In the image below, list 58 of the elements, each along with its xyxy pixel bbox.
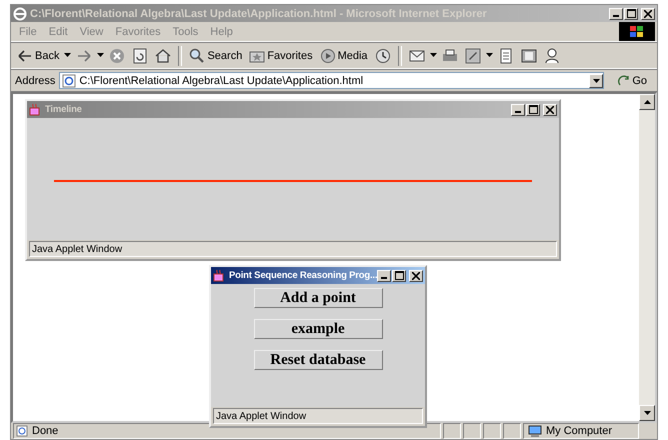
edit-button[interactable] <box>462 46 483 64</box>
go-button[interactable]: Go <box>608 74 653 86</box>
maximize-icon <box>528 105 538 114</box>
caret-icon <box>486 53 493 57</box>
applet-button[interactable]: example <box>254 319 382 339</box>
refresh-icon <box>132 48 148 64</box>
research-button[interactable] <box>518 46 539 64</box>
applet-status: Java Applet Window <box>29 241 557 257</box>
messenger-icon <box>544 48 560 64</box>
caret-icon <box>592 78 600 82</box>
back-button[interactable]: Back <box>15 46 62 64</box>
maximize-button[interactable] <box>392 270 406 282</box>
zone-text: My Computer <box>546 425 612 437</box>
media-icon <box>320 48 336 64</box>
page-icon <box>62 74 76 88</box>
window-title: Timeline <box>45 104 83 115</box>
stop-icon <box>109 48 126 64</box>
status-text: Done <box>32 425 58 437</box>
search-button[interactable]: Search <box>187 46 244 64</box>
up-arrow-icon <box>644 100 650 104</box>
dropdown-button[interactable] <box>430 52 437 59</box>
down-arrow-icon <box>644 411 650 415</box>
search-icon <box>189 48 206 64</box>
media-button[interactable]: Media <box>318 46 370 64</box>
close-icon <box>546 106 554 114</box>
arrow-icon <box>618 74 630 86</box>
dropdown-button[interactable] <box>486 52 493 59</box>
minimize-button[interactable] <box>377 270 391 282</box>
minimize-icon <box>381 277 387 279</box>
dropdown-button[interactable] <box>64 52 72 59</box>
close-icon <box>412 272 420 280</box>
scrollbar[interactable] <box>639 94 655 421</box>
edit-icon <box>464 48 481 64</box>
address-field[interactable]: C:\Florent\Relational Algebra\Last Update\Application.html <box>59 72 604 89</box>
maximize-icon <box>626 9 636 18</box>
minimize-icon <box>613 15 619 17</box>
mail-icon <box>408 48 425 64</box>
windows-logo-icon <box>619 22 655 41</box>
home-icon <box>155 48 172 64</box>
dropdown-button[interactable] <box>97 52 104 59</box>
back-icon <box>17 48 33 64</box>
minimize-icon <box>515 111 521 113</box>
applet-button[interactable]: Reset database <box>254 350 382 370</box>
favorites-button[interactable]: Favorites <box>247 46 315 64</box>
print-icon <box>442 48 458 64</box>
applet-status: Java Applet Window <box>213 408 423 424</box>
caret-icon <box>97 53 104 57</box>
java-cup-icon <box>29 103 42 116</box>
dropdown-button[interactable] <box>589 74 604 88</box>
maximize-icon <box>394 271 404 280</box>
caret-icon <box>430 53 437 57</box>
close-icon <box>644 10 652 18</box>
close-button[interactable] <box>409 270 423 282</box>
java-cup-icon <box>213 269 226 282</box>
address-label: Address <box>15 74 56 86</box>
applet-button[interactable]: Add a point <box>254 288 382 308</box>
caret-icon <box>64 53 72 57</box>
forward-icon <box>76 48 92 64</box>
